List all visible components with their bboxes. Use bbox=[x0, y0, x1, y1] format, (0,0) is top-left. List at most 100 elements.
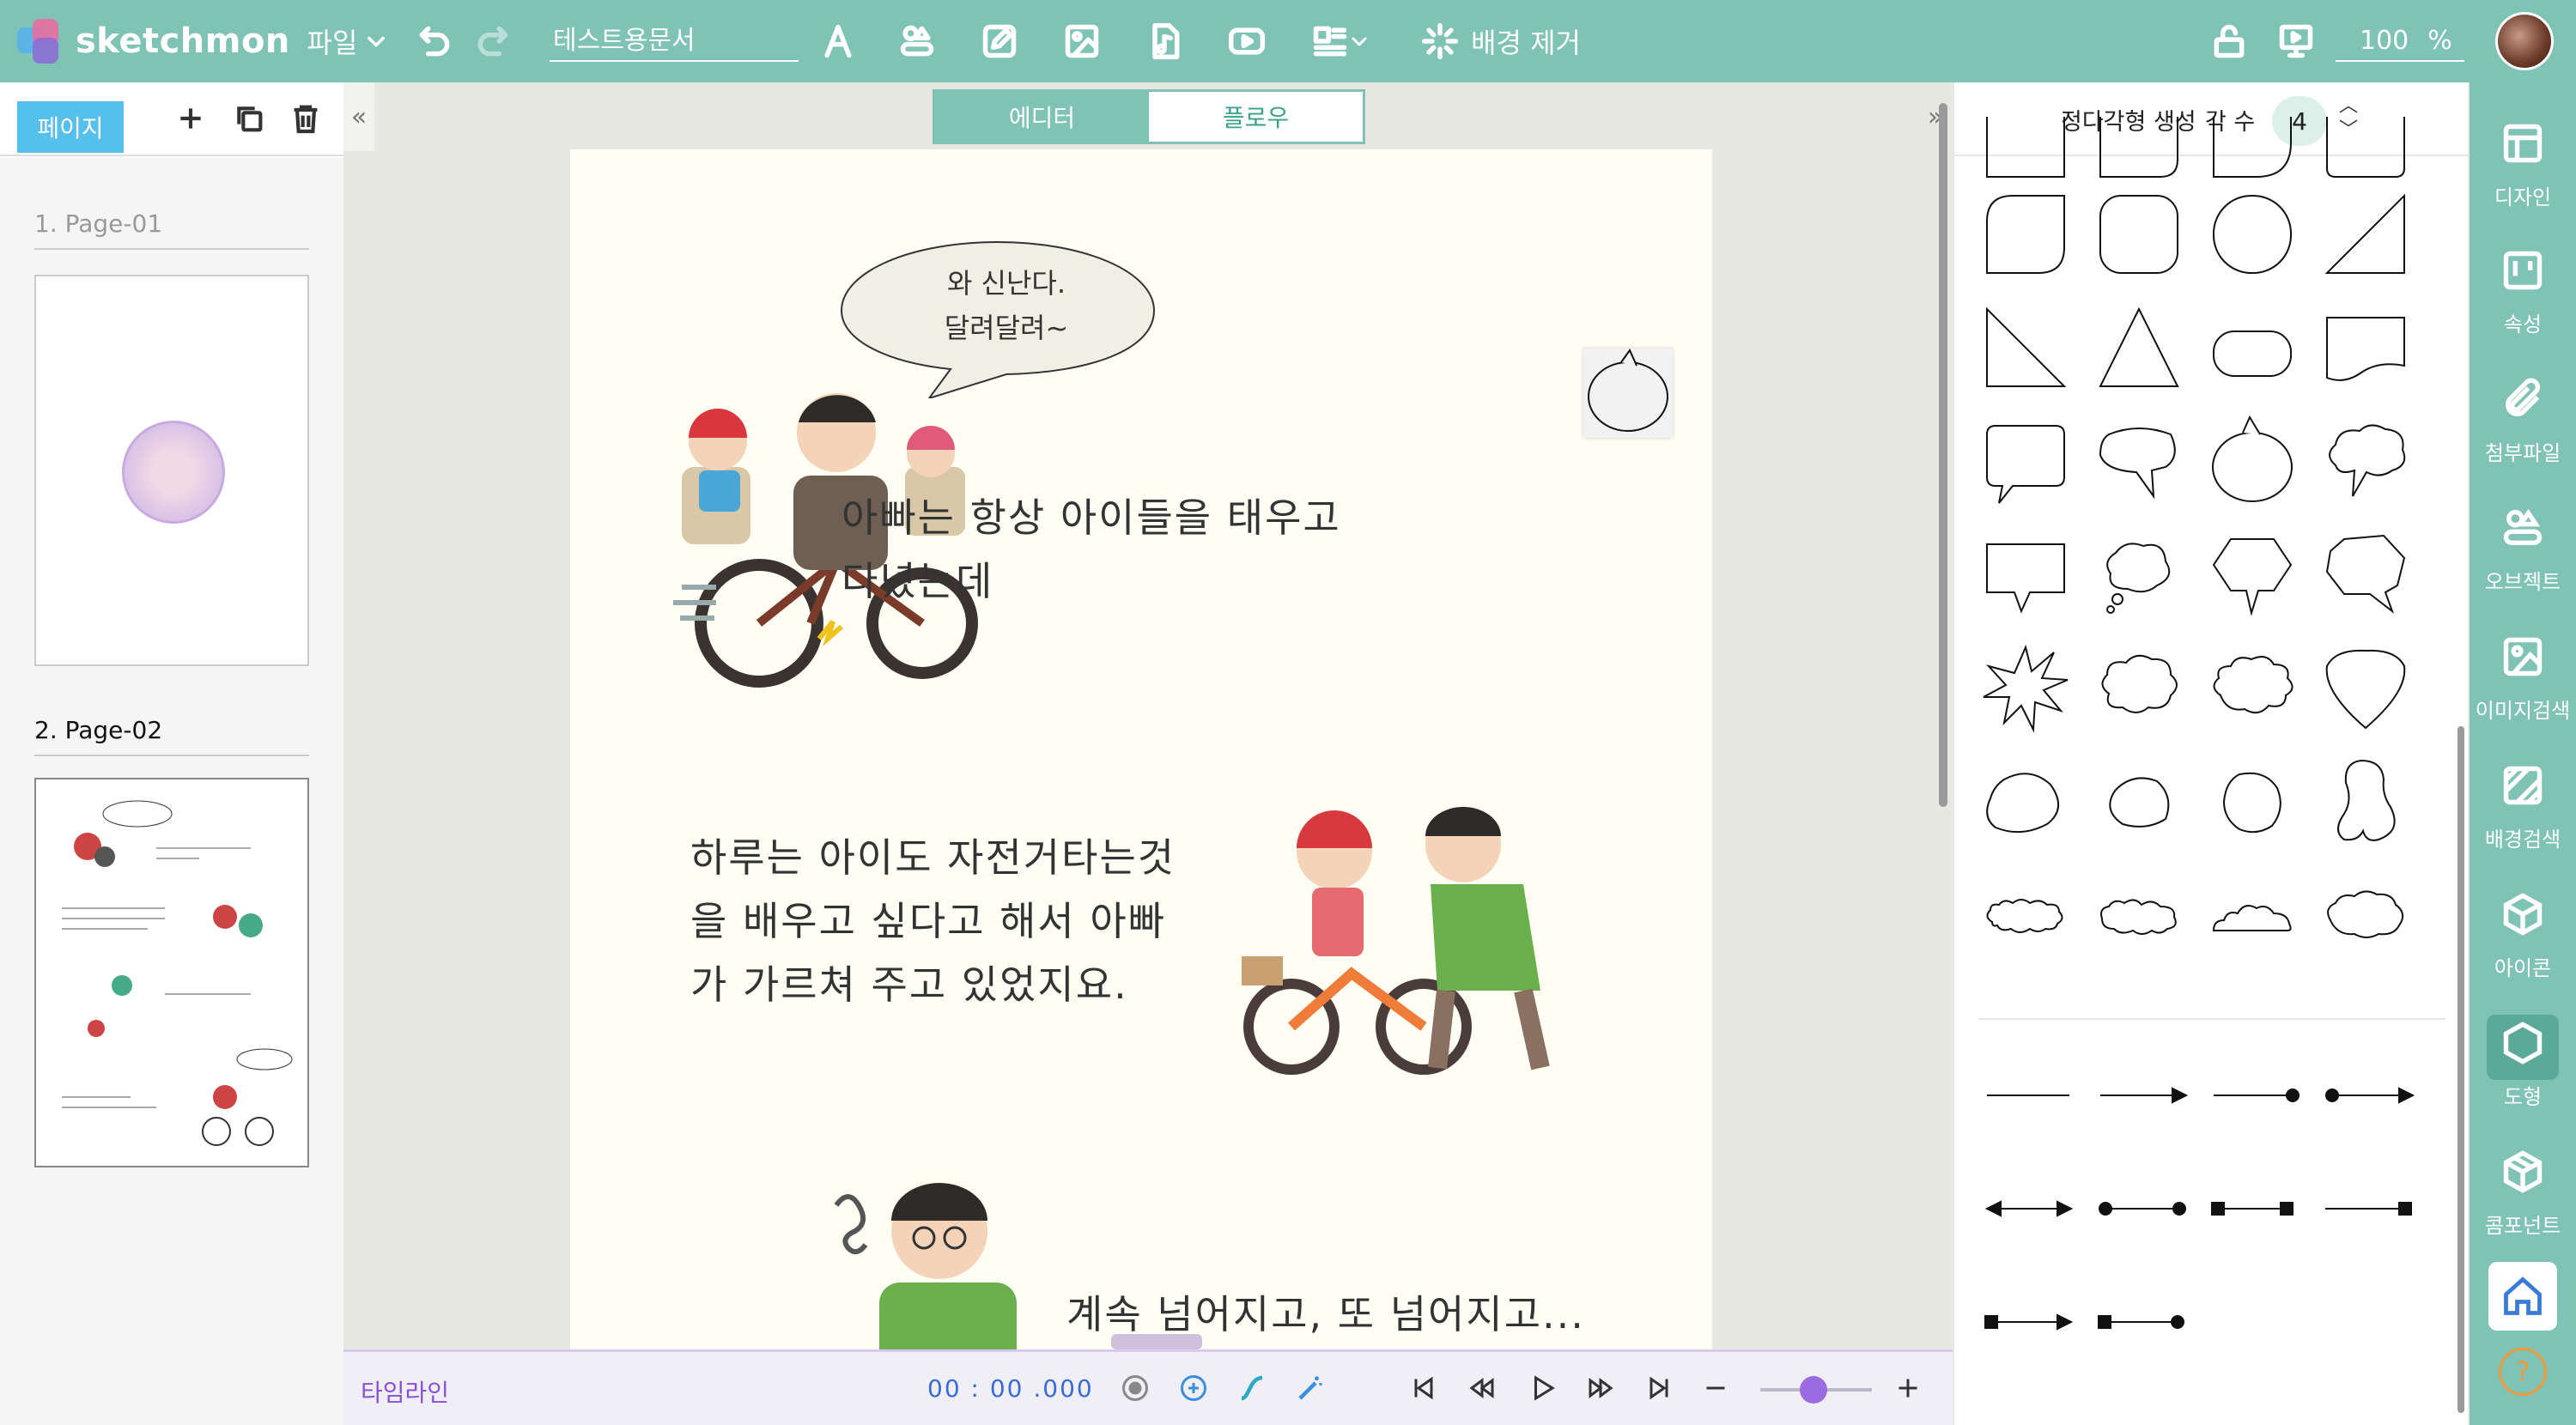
shape-burst[interactable] bbox=[1978, 640, 2073, 735]
nav-background-search[interactable]: 배경검색 bbox=[2470, 745, 2576, 864]
nav-image-search[interactable]: 이미지검색 bbox=[2470, 616, 2576, 735]
shape-thought-bubble[interactable] bbox=[2092, 527, 2186, 622]
shape-cloud[interactable] bbox=[2092, 640, 2186, 735]
shape-speech-oval-flat[interactable] bbox=[2092, 414, 2186, 508]
undo-button[interactable] bbox=[410, 12, 459, 70]
shapes-scrollbar[interactable] bbox=[2458, 726, 2464, 1413]
story-text-2-line-2: 을 배우고 싶다고 해서 아빠 bbox=[690, 898, 1167, 944]
selected-shape[interactable] bbox=[1583, 348, 1673, 438]
document-name-input[interactable]: 테스트용문서 bbox=[550, 24, 799, 62]
nav-icons[interactable]: 아이콘 bbox=[2470, 874, 2576, 992]
shape-triangle[interactable] bbox=[2092, 300, 2186, 395]
play-button[interactable] bbox=[1523, 1369, 1561, 1407]
shape-blob-3[interactable] bbox=[2205, 754, 2300, 848]
layout-tool-button[interactable] bbox=[1302, 12, 1379, 70]
zoom-select[interactable]: 100 % bbox=[2336, 21, 2464, 62]
chevron-down-icon bbox=[1352, 37, 1367, 46]
skip-end-button[interactable] bbox=[1640, 1369, 1678, 1407]
shape-speech-rect[interactable] bbox=[1978, 414, 2073, 508]
illustration-teaching-bike[interactable] bbox=[1240, 802, 1583, 1076]
page-label-2[interactable]: 2. Page-02 bbox=[34, 716, 309, 756]
pencil-icon bbox=[982, 24, 1017, 58]
zoom-value: 100 bbox=[2360, 25, 2409, 56]
slider-knob[interactable] bbox=[1800, 1376, 1827, 1404]
remove-background-button[interactable]: 배경 제거 bbox=[1415, 12, 1587, 70]
app-logo[interactable]: sketchmon bbox=[14, 14, 290, 69]
hexagon-icon bbox=[2503, 1021, 2543, 1064]
shape-rounded-square[interactable] bbox=[2092, 187, 2186, 282]
canvas-page[interactable]: 와 신난다. 달려달려~ 아빠는 항상 아이들을 태우고 다녔는데 하루는 아이… bbox=[570, 149, 1712, 1349]
fast-forward-button[interactable] bbox=[1582, 1369, 1619, 1407]
object-tool-button[interactable] bbox=[893, 12, 941, 70]
user-avatar[interactable] bbox=[2495, 12, 2554, 70]
page-thumbnail-2[interactable] bbox=[34, 778, 309, 1167]
preview-button[interactable] bbox=[2272, 12, 2320, 70]
timeline-label[interactable]: 타임라인 bbox=[361, 1374, 449, 1409]
nav-attachments[interactable]: 첨부파일 bbox=[2470, 359, 2576, 477]
shape-callout-rect[interactable] bbox=[1978, 527, 2073, 622]
help-button[interactable]: ? bbox=[2499, 1348, 2547, 1396]
bubble-line-1: 와 신난다. bbox=[946, 267, 1066, 300]
audio-tool-button[interactable] bbox=[1140, 12, 1188, 70]
shape-cloud-puff[interactable] bbox=[2205, 640, 2300, 735]
shape-cloud-wide[interactable] bbox=[2092, 867, 2186, 961]
add-keyframe-button[interactable] bbox=[1175, 1369, 1212, 1407]
curve-button[interactable] bbox=[1233, 1369, 1271, 1407]
page-thumbnail-1[interactable] bbox=[34, 275, 309, 666]
video-tool-button[interactable] bbox=[1223, 12, 1271, 70]
shape-cloud-flat[interactable] bbox=[2205, 867, 2300, 961]
shape-right-triangle[interactable] bbox=[2318, 187, 2413, 282]
tab-flow[interactable]: 플로우 bbox=[1149, 92, 1363, 142]
timeline-zoom-slider[interactable] bbox=[1760, 1376, 1872, 1404]
shape-thought-cloud[interactable] bbox=[2318, 414, 2413, 508]
shape-right-triangle-left[interactable] bbox=[1978, 300, 2073, 395]
lock-button[interactable] bbox=[2205, 12, 2253, 70]
tab-editor[interactable]: 에디터 bbox=[935, 92, 1149, 142]
file-menu[interactable]: 파일 bbox=[301, 12, 395, 70]
shape-hexagon-callout[interactable] bbox=[2205, 527, 2300, 622]
home-button[interactable] bbox=[2488, 1262, 2557, 1331]
duplicate-page-button[interactable] bbox=[232, 101, 270, 139]
pages-tab[interactable]: 페이지 bbox=[17, 101, 124, 153]
flow-marker[interactable] bbox=[1111, 1334, 1202, 1349]
shape-blob-4[interactable] bbox=[2318, 754, 2413, 848]
shape-polygon-callout[interactable] bbox=[2318, 527, 2413, 622]
add-page-button[interactable] bbox=[173, 101, 211, 139]
story-text-2[interactable]: 하루는 아이도 자전거타는것 을 배우고 싶다고 해서 아빠 가 가르쳐 주고 … bbox=[690, 826, 1223, 1016]
draw-tool-button[interactable] bbox=[975, 12, 1024, 70]
layout-icon bbox=[1313, 26, 1347, 57]
redo-button[interactable] bbox=[469, 12, 517, 70]
zoom-in-timeline-button[interactable] bbox=[1889, 1369, 1927, 1407]
shape-leaf-square[interactable] bbox=[1978, 187, 2073, 282]
shape-cloud-small[interactable] bbox=[1978, 867, 2073, 961]
skip-start-button[interactable] bbox=[1405, 1369, 1443, 1407]
line-shape-grid[interactable] bbox=[1978, 1061, 2459, 1404]
nav-shapes[interactable]: 도형 bbox=[2470, 1003, 2576, 1121]
shape-blob-2[interactable] bbox=[2092, 754, 2186, 848]
magic-button[interactable] bbox=[1291, 1369, 1329, 1407]
delete-page-button[interactable] bbox=[289, 101, 326, 139]
collapse-left-panel-button[interactable]: « bbox=[343, 82, 374, 151]
illustration-worried-man[interactable] bbox=[828, 1171, 1085, 1349]
nav-design[interactable]: 디자인 bbox=[2470, 103, 2576, 221]
canvas-scrollbar[interactable] bbox=[1939, 103, 1947, 807]
shape-pill[interactable] bbox=[2205, 300, 2300, 395]
shape-speech-oval[interactable] bbox=[2205, 414, 2300, 508]
shape-shield[interactable] bbox=[2318, 640, 2413, 735]
text-tool-button[interactable] bbox=[814, 12, 862, 70]
shape-squircle[interactable] bbox=[2205, 187, 2300, 282]
shape-cloud-round[interactable] bbox=[2318, 867, 2413, 961]
shape-blob-1[interactable] bbox=[1978, 754, 2073, 848]
chevron-up-icon[interactable]: ︿ bbox=[2339, 94, 2358, 118]
image-tool-button[interactable] bbox=[1058, 12, 1106, 70]
nav-components-label: 콤포넌트 bbox=[2484, 1213, 2561, 1238]
zoom-out-timeline-button[interactable] bbox=[1697, 1369, 1735, 1407]
story-text-1[interactable]: 아빠는 항상 아이들을 태우고 다녔는데 bbox=[841, 486, 1400, 613]
nav-properties[interactable]: 속성 bbox=[2470, 230, 2576, 349]
nav-components[interactable]: 콤포넌트 bbox=[2470, 1131, 2576, 1250]
record-button[interactable] bbox=[1116, 1369, 1154, 1407]
rewind-button[interactable] bbox=[1463, 1369, 1501, 1407]
page-label-1[interactable]: 1. Page-01 bbox=[34, 209, 309, 250]
nav-objects[interactable]: 오브젝트 bbox=[2470, 488, 2576, 606]
shape-wave-banner[interactable] bbox=[2318, 300, 2413, 395]
